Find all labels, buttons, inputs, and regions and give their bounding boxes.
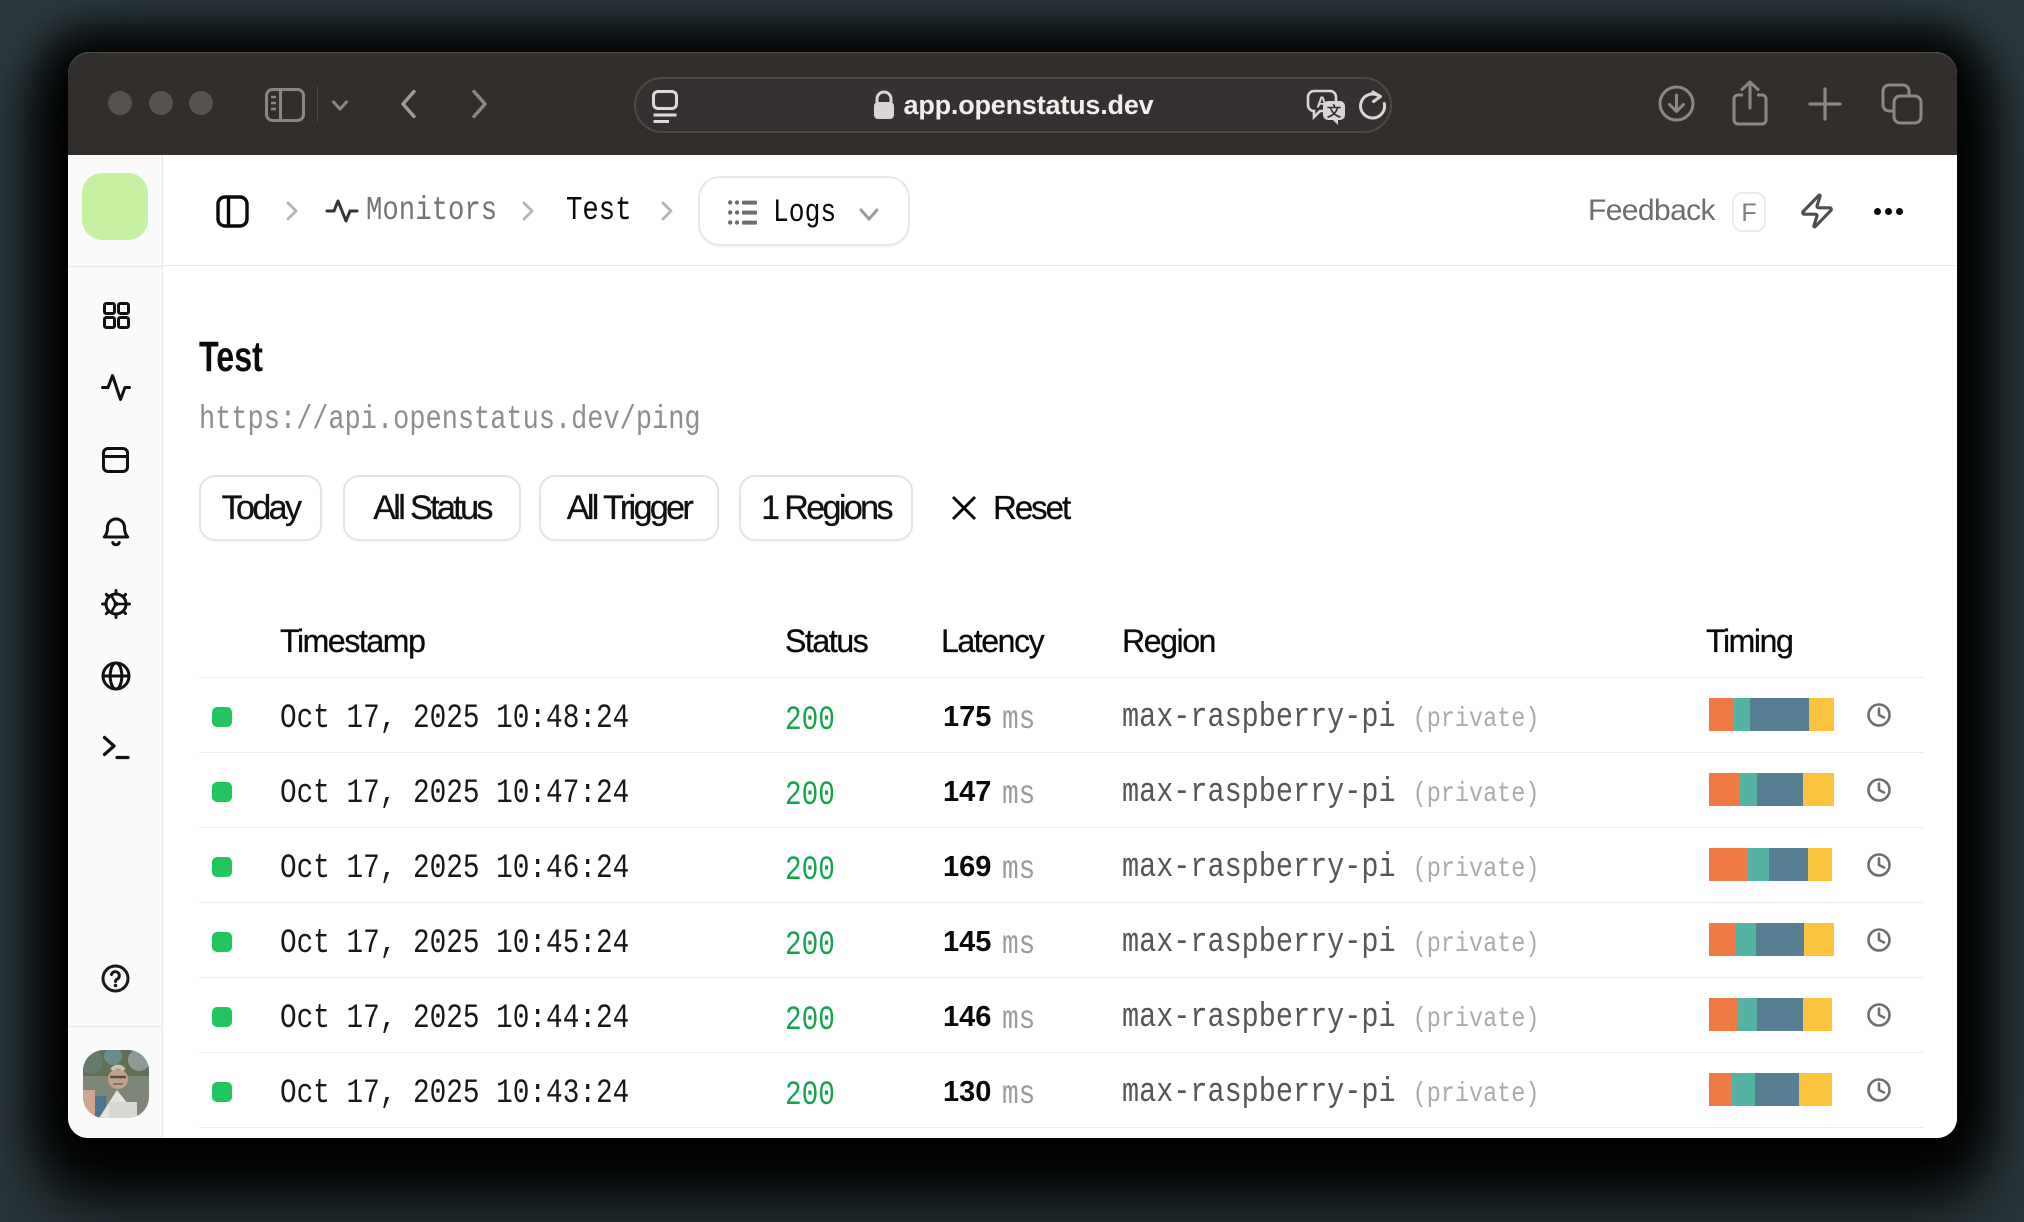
svg-text:文: 文 [1327,104,1342,120]
